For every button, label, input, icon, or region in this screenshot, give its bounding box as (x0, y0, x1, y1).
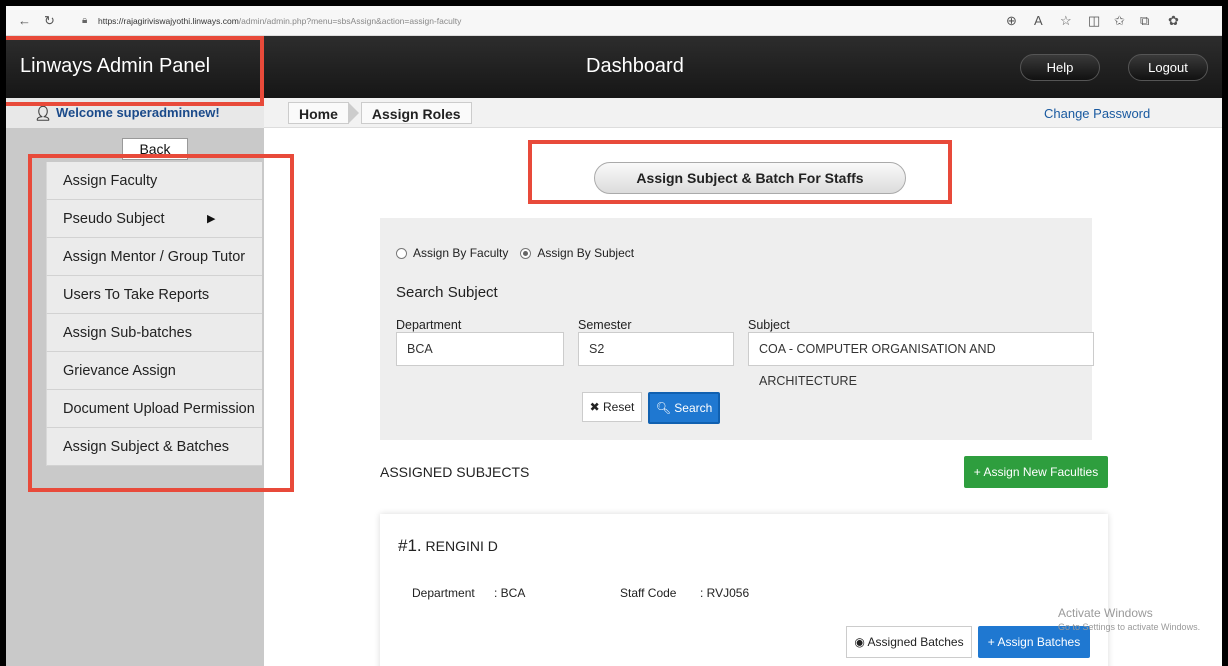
faculty-number: #1. (398, 536, 422, 555)
assigned-batches-label: Assigned Batches (867, 635, 964, 649)
change-password-link[interactable]: Change Password (1044, 106, 1150, 121)
subject-label: Subject (748, 318, 790, 332)
windows-activation-watermark: Activate Windows Go to Settings to activ… (1058, 606, 1200, 634)
assign-new-faculties-button[interactable]: + Assign New Faculties (964, 456, 1108, 488)
annotation-box-brand (6, 36, 264, 106)
breadcrumb-separator-icon (347, 102, 361, 124)
semester-label: Semester (578, 318, 632, 332)
staff-code-value: : RVJ056 (700, 586, 750, 600)
radio-assign-by-subject[interactable] (520, 247, 532, 259)
split-screen-icon[interactable]: ◫ (1088, 13, 1100, 29)
eye-icon: ◉ (854, 635, 865, 649)
radio-label-subject[interactable]: Assign By Subject (537, 246, 634, 260)
welcome-text: Welcome superadminnew! (56, 105, 220, 120)
search-panel: Assign By Faculty Assign By Subject Sear… (380, 218, 1094, 440)
radio-label-faculty[interactable]: Assign By Faculty (413, 246, 508, 260)
favorites-icon[interactable]: ✩ (1114, 13, 1125, 29)
annotation-box-sidebar (28, 154, 294, 492)
annotation-box-section-title (528, 140, 952, 204)
radio-assign-by-faculty[interactable] (396, 247, 407, 259)
semester-select[interactable]: S2 (578, 332, 734, 366)
breadcrumb-assign-roles[interactable]: Assign Roles (360, 102, 472, 124)
search-label: Search (674, 401, 713, 415)
help-button[interactable]: Help (1020, 54, 1100, 81)
read-aloud-icon[interactable]: A (1034, 13, 1043, 28)
subject-select[interactable]: COA - COMPUTER ORGANISATION AND ARCHITEC… (748, 332, 1094, 388)
search-icon: 🔍︎ (655, 401, 671, 415)
collections-icon[interactable]: ⧉ (1140, 13, 1149, 29)
favorite-star-icon[interactable]: ☆ (1060, 13, 1072, 29)
main-content: Assign Subject & Batch For Staffs Assign… (264, 128, 1222, 666)
breadcrumb-home[interactable]: Home (288, 102, 349, 124)
faculty-department-value: : BCA (494, 586, 526, 600)
url-host: https://rajagiriviswajyothi.linways.com (98, 16, 239, 26)
assigned-subjects-heading: ASSIGNED SUBJECTS (380, 464, 530, 480)
lock-icon: 🔒︎ (82, 15, 88, 26)
breadcrumb: Home Assign Roles (288, 102, 472, 124)
faculty-department-label: Department (412, 586, 475, 600)
search-heading: Search Subject (396, 284, 498, 301)
faculty-card: #1. RENGINI D Department : BCA Staff Cod… (380, 514, 1108, 666)
plus-icon: + (973, 465, 981, 479)
logout-button[interactable]: Logout (1128, 54, 1208, 81)
plus-icon: + (987, 635, 995, 649)
close-icon: ✖ (589, 400, 600, 414)
staff-code-label: Staff Code (620, 586, 677, 600)
faculty-name-text: RENGINI D (425, 538, 498, 554)
assigned-batches-button[interactable]: ◉ Assigned Batches (846, 626, 972, 658)
assign-mode-radio-group: Assign By Faculty Assign By Subject (396, 246, 646, 260)
browser-window: ← ↻ 🔒︎ https://rajagiriviswajyothi.linwa… (6, 6, 1222, 666)
faculty-name: #1. RENGINI D (398, 536, 498, 556)
watermark-line-2: Go to Settings to activate Windows. (1058, 622, 1201, 632)
department-select[interactable]: BCA (396, 332, 564, 366)
search-button[interactable]: 🔍︎ Search (648, 392, 720, 424)
department-label: Department (396, 318, 462, 332)
address-bar[interactable]: 🔒︎ https://rajagiriviswajyothi.linways.c… (74, 11, 1004, 31)
extensions-icon[interactable]: ✿ (1168, 13, 1179, 29)
url-path: /admin/admin.php?menu=sbsAssign&action=a… (238, 16, 462, 26)
browser-toolbar: ← ↻ 🔒︎ https://rajagiriviswajyothi.linwa… (6, 6, 1222, 36)
zoom-icon[interactable]: ⊕ (1006, 13, 1017, 29)
reload-icon[interactable]: ↻ (44, 13, 55, 29)
reset-button[interactable]: ✖ Reset (582, 392, 642, 422)
assign-batches-label: Assign Batches (997, 635, 1081, 649)
watermark-line-1: Activate Windows (1058, 606, 1153, 620)
assign-new-label: Assign New Faculties (983, 465, 1099, 479)
page-title: Dashboard (586, 55, 684, 77)
reset-label: Reset (603, 400, 635, 414)
back-arrow-icon[interactable]: ← (18, 13, 31, 28)
